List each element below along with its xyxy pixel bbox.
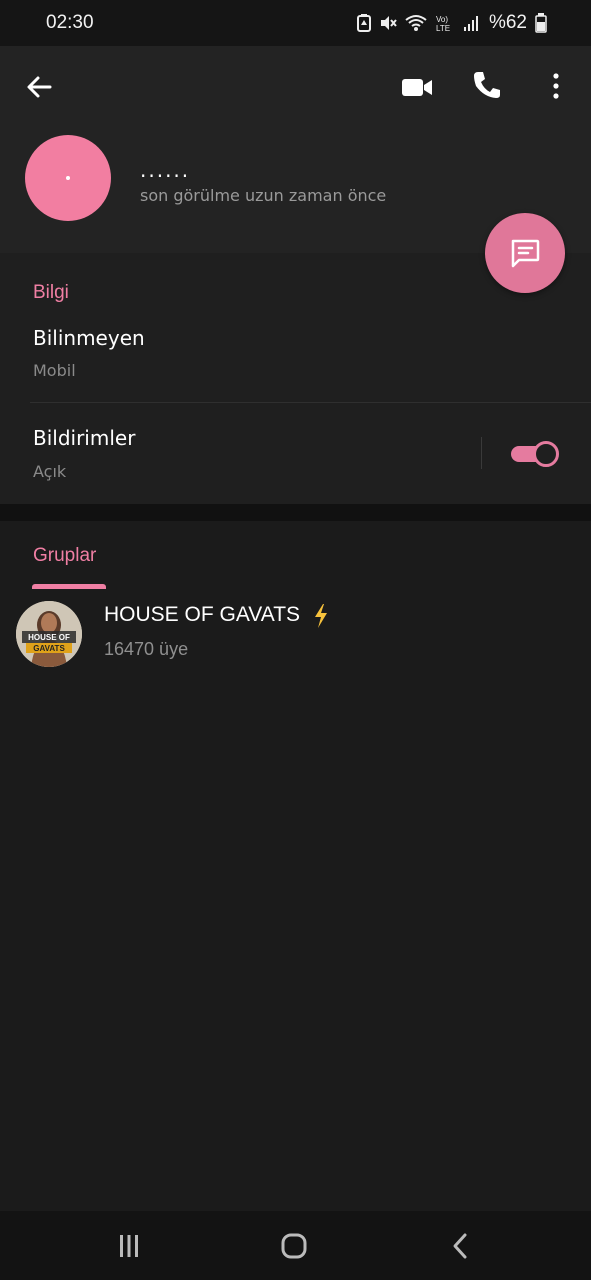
notifications-toggle[interactable]	[511, 440, 560, 467]
home-icon	[281, 1233, 307, 1259]
avatar-initial	[66, 176, 70, 180]
volte-icon: Vo)LTE	[436, 15, 450, 32]
svg-text:LTE: LTE	[436, 24, 450, 32]
arrow-left-icon	[27, 76, 52, 98]
send-message-button[interactable]	[485, 213, 565, 293]
phone-title: Bilinmeyen	[33, 326, 145, 350]
status-bar: 02:30 Vo) LTE %62	[0, 0, 591, 46]
phone-subtitle: Mobil	[33, 361, 76, 380]
more-options-button[interactable]	[546, 70, 566, 104]
status-icons: Vo) LTE %62	[356, 10, 547, 36]
recents-icon	[120, 1235, 138, 1257]
group-list-item[interactable]: HOUSE OF GAVATS HOUSE OF GAVATS 16470 üy…	[0, 597, 591, 673]
signal-icon	[463, 16, 478, 31]
info-section-title: Bilgi	[33, 282, 69, 303]
nav-back-button[interactable]	[443, 1229, 477, 1263]
divider	[30, 402, 591, 403]
toggle-thumb	[533, 441, 559, 467]
group-avatar-text-2: GAVATS	[33, 644, 65, 653]
last-seen-status: son görülme uzun zaman önce	[140, 186, 387, 205]
recents-button[interactable]	[112, 1229, 146, 1263]
group-avatar-text-1: HOUSE OF	[28, 633, 70, 642]
status-time: 02:30	[46, 12, 94, 33]
group-avatar-image: HOUSE OF GAVATS	[16, 601, 82, 667]
profile-name: ......	[140, 158, 191, 182]
nav-back-icon	[453, 1233, 467, 1259]
system-nav-bar	[0, 1211, 591, 1280]
battery-saver-icon	[356, 14, 371, 32]
group-avatar: HOUSE OF GAVATS	[16, 601, 82, 667]
notifications-title: Bildirimler	[33, 426, 136, 450]
mute-icon	[380, 16, 397, 30]
info-section: Bilgi Bilinmeyen Mobil Bildirimler Açık	[0, 253, 591, 504]
battery-percentage: %62	[488, 12, 527, 33]
back-button[interactable]	[22, 70, 56, 104]
wifi-icon	[405, 15, 427, 31]
group-name: HOUSE OF GAVATS	[104, 603, 301, 626]
video-call-button[interactable]	[400, 70, 438, 104]
home-button[interactable]	[277, 1229, 311, 1263]
profile-avatar[interactable]	[25, 135, 111, 221]
more-vertical-icon	[553, 73, 559, 99]
lightning-icon	[315, 604, 327, 628]
tab-groups[interactable]: Gruplar	[33, 545, 96, 567]
battery-icon	[535, 13, 547, 33]
phone-icon	[474, 72, 500, 98]
groups-section: Gruplar HOUSE OF GAVATS HOUSE OF GAVATS …	[0, 521, 591, 1211]
section-gap	[0, 504, 591, 521]
message-icon	[511, 239, 540, 268]
notifications-subtitle: Açık	[33, 462, 67, 481]
group-member-count: 16470 üye	[104, 639, 189, 659]
tab-indicator	[32, 584, 106, 589]
video-camera-icon	[402, 79, 432, 96]
voice-call-button[interactable]	[470, 68, 506, 104]
separator	[481, 437, 482, 469]
svg-text:Vo): Vo)	[436, 15, 448, 24]
